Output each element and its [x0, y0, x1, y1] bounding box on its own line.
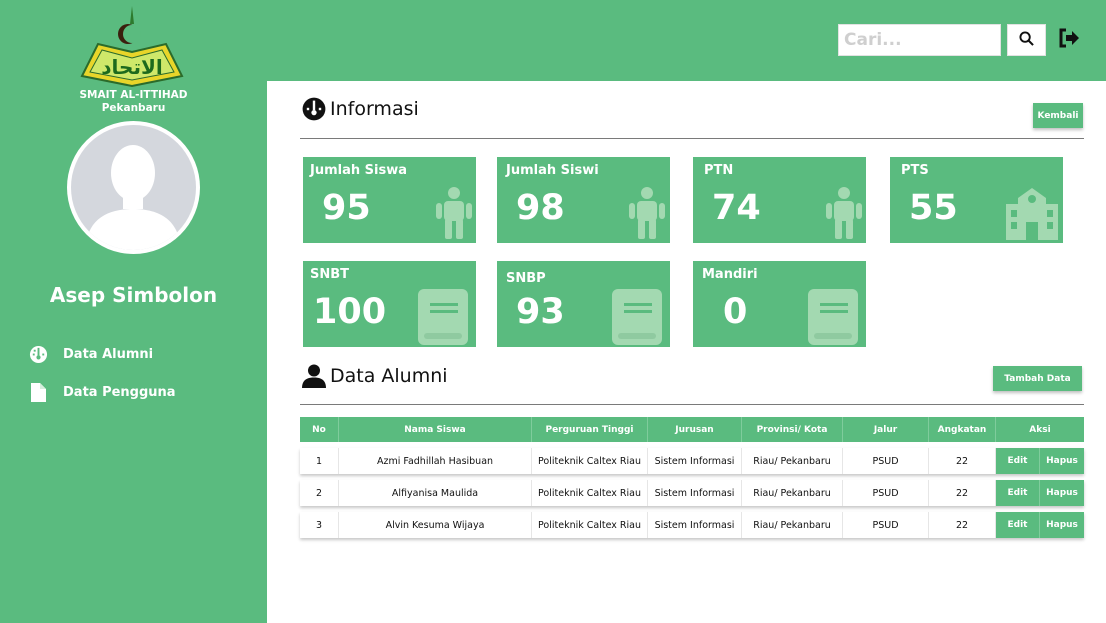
- sidebar-item-data-alumni[interactable]: Data Alumni: [28, 344, 153, 364]
- cell-nama: Alfiyanisa Maulida: [339, 480, 532, 506]
- tambah-data-button[interactable]: Tambah Data: [993, 366, 1082, 391]
- card-value: 100: [313, 292, 387, 332]
- stat-card-snbt: SNBT 100: [303, 261, 476, 347]
- card-label: PTN: [704, 163, 734, 178]
- table-row: 3 Alvin Kesuma Wijaya Politeknik Caltex …: [300, 512, 1084, 538]
- stat-card-pts: PTS 55: [890, 157, 1063, 243]
- alumni-table: No Nama Siswa Perguruan Tinggi Jurusan P…: [300, 417, 1084, 538]
- person-icon: [826, 187, 862, 239]
- cell-perguruan-tinggi: Politeknik Caltex Riau: [532, 512, 648, 538]
- card-value: 74: [712, 188, 761, 228]
- cell-provinsi: Riau/ Pekanbaru: [742, 512, 843, 538]
- logout-icon: [1058, 28, 1080, 52]
- stat-card-jumlah-siswi: Jumlah Siswi 98: [497, 157, 670, 243]
- column-header: Provinsi/ Kota: [742, 417, 843, 442]
- file-icon: [28, 382, 48, 402]
- column-header: Jalur: [843, 417, 929, 442]
- stat-card-mandiri: Mandiri 0: [693, 261, 866, 347]
- cell-no: 2: [300, 480, 339, 506]
- cell-perguruan-tinggi: Politeknik Caltex Riau: [532, 480, 648, 506]
- book-icon: [612, 289, 662, 345]
- table-row: 1 Azmi Fadhillah Hasibuan Politeknik Cal…: [300, 448, 1084, 474]
- search-button[interactable]: [1007, 24, 1046, 56]
- card-label: SNBP: [506, 271, 546, 286]
- table-row: 2 Alfiyanisa Maulida Politeknik Caltex R…: [300, 480, 1084, 506]
- user-name: Asep Simbolon: [49, 283, 218, 307]
- edit-button[interactable]: Edit: [996, 480, 1040, 506]
- book-icon: [808, 289, 858, 345]
- person-icon: [629, 187, 665, 239]
- cell-provinsi: Riau/ Pekanbaru: [742, 448, 843, 474]
- edit-button[interactable]: Edit: [996, 448, 1040, 474]
- cell-no: 1: [300, 448, 339, 474]
- card-label: SNBT: [310, 267, 350, 282]
- card-value: 55: [909, 188, 958, 228]
- delete-button[interactable]: Hapus: [1040, 448, 1084, 474]
- avatar[interactable]: [67, 121, 200, 254]
- data-alumni-title: Data Alumni: [330, 365, 448, 387]
- card-label: PTS: [901, 163, 929, 178]
- search-icon: [1019, 30, 1034, 50]
- dashboard-icon: [28, 344, 48, 364]
- school-icon: [1006, 188, 1058, 240]
- school-logo: الاتحاد: [78, 6, 186, 90]
- cell-nama: Alvin Kesuma Wijaya: [339, 512, 532, 538]
- stat-card-jumlah-siswa: Jumlah Siswa 95: [303, 157, 476, 243]
- cell-jurusan: Sistem Informasi: [648, 480, 742, 506]
- informasi-heading: Informasi: [302, 97, 419, 121]
- person-icon: [436, 187, 472, 239]
- card-label: Jumlah Siswa: [310, 163, 407, 178]
- informasi-title: Informasi: [330, 98, 419, 120]
- cell-provinsi: Riau/ Pekanbaru: [742, 480, 843, 506]
- delete-button[interactable]: Hapus: [1040, 480, 1084, 506]
- school-city: Pekanbaru: [101, 102, 166, 114]
- book-icon: [418, 289, 468, 345]
- cell-perguruan-tinggi: Politeknik Caltex Riau: [532, 448, 648, 474]
- divider: [300, 404, 1084, 405]
- column-header: Angkatan: [929, 417, 996, 442]
- sidebar: الاتحاد SMAIT AL-ITTIHAD Pekanbaru Asep …: [0, 0, 267, 623]
- user-icon: [302, 364, 326, 388]
- stat-card-ptn: PTN 74: [693, 157, 866, 243]
- sidebar-item-data-pengguna[interactable]: Data Pengguna: [28, 382, 176, 402]
- card-value: 95: [322, 188, 371, 228]
- cell-jalur: PSUD: [843, 512, 929, 538]
- column-header: Nama Siswa: [339, 417, 532, 442]
- cell-jurusan: Sistem Informasi: [648, 448, 742, 474]
- stat-card-snbp: SNBP 93: [497, 261, 670, 347]
- cell-jalur: PSUD: [843, 480, 929, 506]
- column-header: Jurusan: [648, 417, 742, 442]
- cell-nama: Azmi Fadhillah Hasibuan: [339, 448, 532, 474]
- cell-jalur: PSUD: [843, 448, 929, 474]
- sidebar-item-label: Data Pengguna: [63, 384, 176, 400]
- dashboard-icon: [302, 97, 326, 121]
- cell-angkatan: 22: [929, 512, 996, 538]
- column-header: No: [300, 417, 339, 442]
- table-header: No Nama Siswa Perguruan Tinggi Jurusan P…: [300, 417, 1084, 442]
- card-value: 93: [516, 292, 565, 332]
- cell-angkatan: 22: [929, 480, 996, 506]
- avatar-placeholder-icon: [71, 125, 196, 250]
- card-label: Jumlah Siswi: [506, 163, 599, 178]
- logout-button[interactable]: [1057, 28, 1081, 52]
- card-label: Mandiri: [702, 267, 758, 282]
- divider: [300, 138, 1084, 139]
- cell-no: 3: [300, 512, 339, 538]
- column-header: Perguruan Tinggi: [532, 417, 648, 442]
- card-value: 0: [723, 292, 748, 332]
- edit-button[interactable]: Edit: [996, 512, 1040, 538]
- school-name-line: SMAIT AL-ITTIHAD: [79, 89, 188, 101]
- sidebar-item-label: Data Alumni: [63, 346, 154, 362]
- logo-lettering: الاتحاد: [101, 55, 162, 79]
- card-value: 98: [516, 188, 565, 228]
- cell-angkatan: 22: [929, 448, 996, 474]
- data-alumni-heading: Data Alumni: [302, 364, 448, 388]
- cell-jurusan: Sistem Informasi: [648, 512, 742, 538]
- column-header: Aksi: [1029, 424, 1051, 435]
- search-input[interactable]: [838, 24, 1001, 56]
- school-name: SMAIT AL-ITTIHAD Pekanbaru: [0, 89, 267, 115]
- kembali-button[interactable]: Kembali: [1033, 103, 1083, 128]
- delete-button[interactable]: Hapus: [1040, 512, 1084, 538]
